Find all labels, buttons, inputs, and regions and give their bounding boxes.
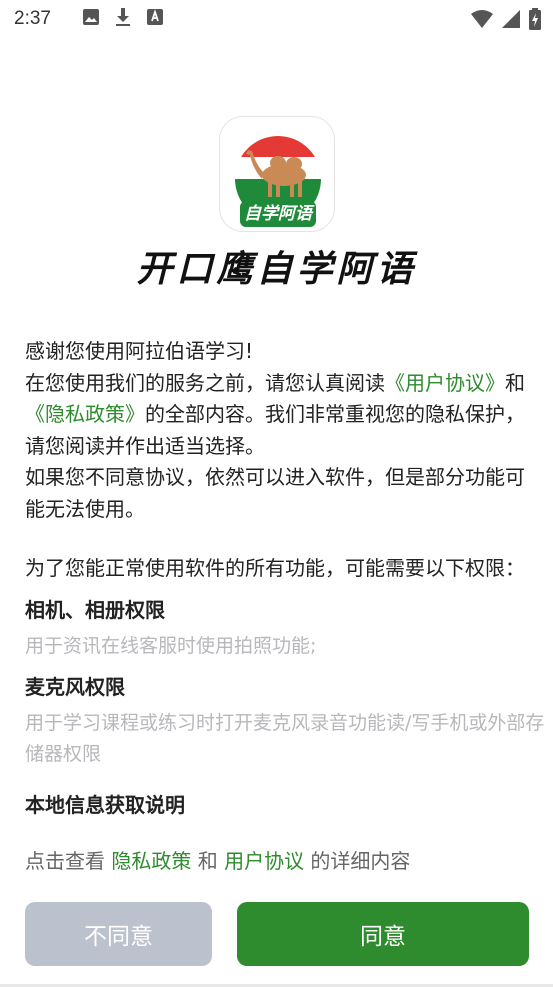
permission-title-local-info: 本地信息获取说明 xyxy=(25,792,185,817)
agree-button[interactable]: 同意 xyxy=(237,902,529,966)
permission-title-microphone: 麦克风权限 xyxy=(25,674,125,699)
status-bar: 2:37 xyxy=(0,0,553,38)
footer-prefix: 点击查看 xyxy=(25,849,112,873)
permission-desc-camera: 用于资讯在线客服时使用拍照功能; xyxy=(25,634,317,657)
signal-icon xyxy=(501,9,521,33)
a-box-icon xyxy=(146,8,164,30)
and-text: 和 xyxy=(505,370,525,395)
privacy-policy-link[interactable]: 《隐私政策》 xyxy=(25,402,145,426)
footer-privacy-link[interactable]: 隐私政策 xyxy=(111,849,191,873)
permissions-intro: 为了您能正常使用软件的所有功能，可能需要以下权限： xyxy=(25,556,525,580)
footer-and: 和 xyxy=(191,849,225,873)
footer-user-link[interactable]: 用户协议 xyxy=(224,849,304,873)
image-icon xyxy=(82,8,100,30)
intro-line3: 如果您不同意协议，依然可以进入软件，但是部分功能可能无法使用。 xyxy=(25,465,525,521)
footer-note: 点击查看 隐私政策 和 用户协议 的详细内容 xyxy=(25,846,410,876)
wifi-icon xyxy=(471,9,493,33)
download-icon xyxy=(114,7,132,31)
status-time: 2:37 xyxy=(14,8,51,29)
permission-title-camera: 相机、相册权限 xyxy=(25,597,165,622)
app-name: 开口鹰自学阿语 xyxy=(136,249,417,290)
footer-suffix: 的详细内容 xyxy=(304,849,411,873)
disagree-button[interactable]: 不同意 xyxy=(25,902,212,966)
intro-line2-prefix: 在您使用我们的服务之前，请您认真阅读 xyxy=(25,370,385,395)
app-logo: 自学阿语 xyxy=(219,116,335,232)
intro-line1: 感谢您使用阿拉伯语学习! xyxy=(25,339,254,363)
system-icons xyxy=(471,8,541,34)
battery-charging-icon xyxy=(529,8,541,34)
agreement-content[interactable]: 感谢您使用阿拉伯语学习! 在您使用我们的服务之前，请您认真阅读《用户协议》和《隐… xyxy=(25,336,553,838)
intro-paragraph: 感谢您使用阿拉伯语学习! 在您使用我们的服务之前，请您认真阅读《用户协议》和《隐… xyxy=(25,336,525,525)
notification-icons xyxy=(82,7,164,31)
permission-desc-microphone: 用于学习课程或练习时打开麦克风录音功能读/写手机或外部存储器权限 xyxy=(25,711,545,765)
user-agreement-link[interactable]: 《用户协议》 xyxy=(385,371,505,395)
logo-badge-text: 自学阿语 xyxy=(244,204,312,224)
